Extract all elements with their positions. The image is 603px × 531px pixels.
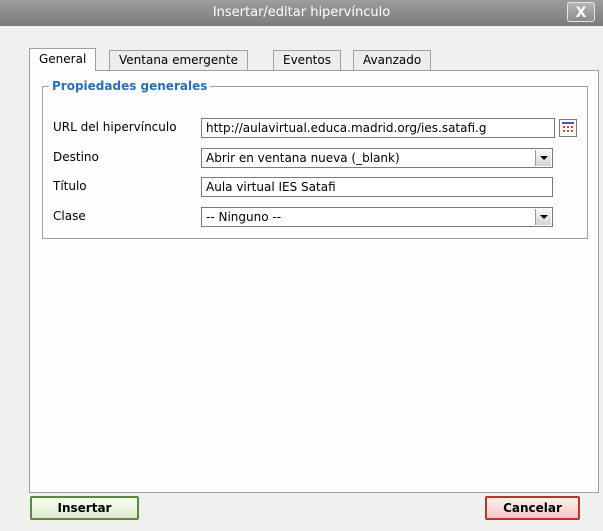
class-label: Clase — [53, 209, 86, 223]
insert-button[interactable]: Insertar — [30, 496, 139, 520]
title-label: Título — [53, 179, 87, 193]
cancel-button[interactable]: Cancelar — [485, 496, 580, 520]
target-select-value: Abrir en ventana nueva (_blank) — [206, 151, 400, 165]
browse-button[interactable] — [559, 119, 577, 137]
title-input[interactable]: Aula virtual IES Satafi — [201, 177, 553, 197]
class-select[interactable]: -- Ninguno -- — [201, 207, 553, 227]
close-icon: X — [575, 5, 587, 21]
url-label: URL del hipervínculo — [53, 120, 177, 134]
dialog-title: Insertar/editar hipervínculo — [212, 5, 391, 20]
class-select-value: -- Ninguno -- — [206, 210, 282, 224]
url-input[interactable]: http://aulavirtual.educa.madrid.org/ies.… — [201, 118, 555, 138]
tab-avanzado[interactable]: Avanzado — [353, 50, 432, 70]
general-properties-fieldset: Propiedades generales URL del hipervíncu… — [42, 79, 588, 239]
tab-ventana-emergente[interactable]: Ventana emergente — [109, 50, 248, 70]
chevron-down-icon[interactable] — [535, 209, 551, 225]
close-button[interactable]: X — [567, 2, 595, 22]
tab-eventos[interactable]: Eventos — [273, 50, 341, 70]
dialog-titlebar: Insertar/editar hipervínculo X — [0, 0, 603, 26]
dialog-body: General Ventana emergente Eventos Avanza… — [0, 26, 603, 531]
target-select[interactable]: Abrir en ventana nueva (_blank) — [201, 148, 553, 168]
chevron-down-icon[interactable] — [535, 150, 551, 166]
tab-panel-general: Propiedades generales URL del hipervíncu… — [29, 70, 599, 493]
fieldset-legend: Propiedades generales — [52, 79, 208, 93]
target-label: Destino — [53, 150, 99, 164]
tab-general[interactable]: General — [29, 48, 97, 71]
